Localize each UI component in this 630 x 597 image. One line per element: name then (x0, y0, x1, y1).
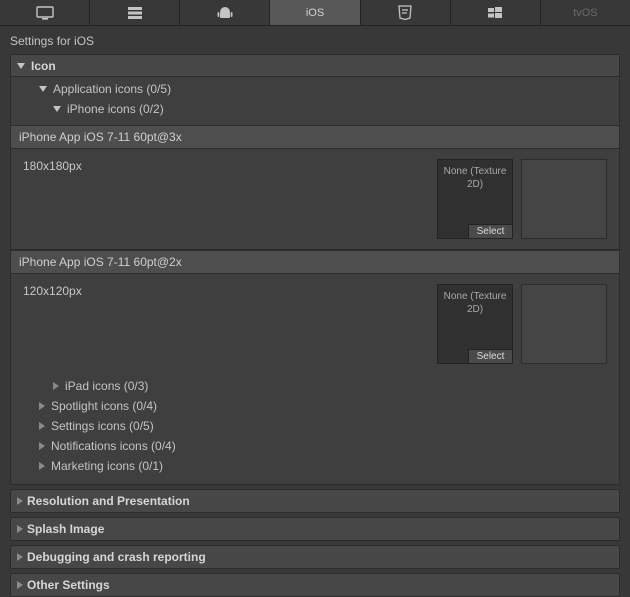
settings-for-label: Settings for iOS (0, 26, 630, 54)
section-debug-label: Debugging and crash reporting (27, 550, 206, 564)
chevron-right-icon (39, 442, 45, 450)
section-debug[interactable]: Debugging and crash reporting (10, 545, 620, 569)
tree-notifications-icons[interactable]: Notifications icons (0/4) (11, 436, 619, 456)
tab-android[interactable] (180, 0, 270, 25)
windows-icon (487, 6, 503, 20)
texture-field-0[interactable]: None (Texture 2D) Select (437, 159, 513, 239)
icon-slot-body-1: 120x120px None (Texture 2D) Select (11, 274, 619, 374)
tab-webgl[interactable] (361, 0, 451, 25)
server-icon (126, 6, 144, 20)
section-resolution-label: Resolution and Presentation (27, 494, 190, 508)
icon-slot-size-1: 120x120px (23, 284, 429, 298)
tree-spotlight-icons[interactable]: Spotlight icons (0/4) (11, 396, 619, 416)
icon-tree-rest: iPad icons (0/3) Spotlight icons (0/4) S… (11, 374, 619, 482)
icon-slot-header-1: iPhone App iOS 7-11 60pt@2x (11, 250, 619, 274)
chevron-right-icon (53, 382, 59, 390)
spotlight-icons-label: Spotlight icons (0/4) (51, 399, 157, 413)
android-icon (217, 6, 233, 20)
icon-slot-size-0: 180x180px (23, 159, 429, 173)
tab-windows[interactable] (451, 0, 541, 25)
platform-tabs: iOS tvOS (0, 0, 630, 26)
chevron-right-icon (39, 462, 45, 470)
notifications-icons-label: Notifications icons (0/4) (51, 439, 176, 453)
icon-slot-body-0: 180x180px None (Texture 2D) Select (11, 149, 619, 250)
texture-select-button-0[interactable]: Select (468, 224, 512, 238)
tab-tvos[interactable]: tvOS (541, 0, 630, 25)
texture-placeholder-1: None (Texture 2D) (438, 291, 512, 316)
tab-ios-label: iOS (306, 7, 324, 19)
icon-slot-header-0: iPhone App iOS 7-11 60pt@3x (11, 125, 619, 149)
settings-icons-label: Settings icons (0/5) (51, 419, 154, 433)
icon-panel-body: Application icons (0/5) iPhone icons (0/… (11, 77, 619, 484)
ipad-icons-label: iPad icons (0/3) (65, 379, 148, 393)
chevron-right-icon (17, 553, 23, 561)
texture-select-button-1[interactable]: Select (468, 349, 512, 363)
icon-panel-header[interactable]: Icon (11, 55, 619, 77)
chevron-down-icon (53, 106, 61, 112)
tab-server[interactable] (90, 0, 180, 25)
icon-panel-title: Icon (31, 59, 56, 73)
tree-marketing-icons[interactable]: Marketing icons (0/1) (11, 456, 619, 476)
icon-panel: Icon Application icons (0/5) iPhone icon… (10, 54, 620, 485)
chevron-down-icon (39, 86, 47, 92)
marketing-icons-label: Marketing icons (0/1) (51, 459, 163, 473)
tree-settings-icons[interactable]: Settings icons (0/5) (11, 416, 619, 436)
monitor-icon (36, 6, 54, 20)
tree-application-icons[interactable]: Application icons (0/5) (11, 79, 619, 99)
chevron-right-icon (17, 497, 23, 505)
section-splash[interactable]: Splash Image (10, 517, 620, 541)
chevron-right-icon (39, 402, 45, 410)
tab-tvos-label: tvOS (573, 7, 597, 19)
icon-preview-1 (521, 284, 607, 364)
tab-standalone[interactable] (0, 0, 90, 25)
chevron-right-icon (17, 581, 23, 589)
chevron-right-icon (17, 525, 23, 533)
html5-icon (397, 5, 413, 21)
tree-ipad-icons[interactable]: iPad icons (0/3) (11, 376, 619, 396)
texture-placeholder-0: None (Texture 2D) (438, 166, 512, 191)
iphone-icons-label: iPhone icons (0/2) (67, 102, 164, 116)
application-icons-label: Application icons (0/5) (53, 82, 171, 96)
section-other-label: Other Settings (27, 578, 110, 592)
chevron-down-icon (17, 63, 25, 69)
icon-preview-0 (521, 159, 607, 239)
icon-tree-top: Application icons (0/5) iPhone icons (0/… (11, 77, 619, 125)
tab-ios[interactable]: iOS (270, 0, 360, 25)
texture-field-1[interactable]: None (Texture 2D) Select (437, 284, 513, 364)
tree-iphone-icons[interactable]: iPhone icons (0/2) (11, 99, 619, 119)
chevron-right-icon (39, 422, 45, 430)
section-resolution[interactable]: Resolution and Presentation (10, 489, 620, 513)
section-splash-label: Splash Image (27, 522, 104, 536)
section-other[interactable]: Other Settings (10, 573, 620, 597)
